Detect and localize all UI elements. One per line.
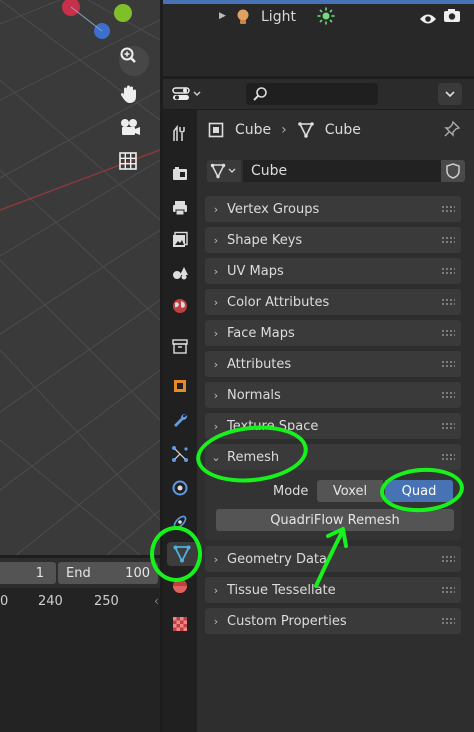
chevron-right-icon: › (213, 552, 219, 566)
drag-grip-icon[interactable] (441, 617, 455, 625)
drag-grip-icon[interactable] (441, 453, 455, 461)
properties-header (163, 79, 474, 109)
drag-grip-icon[interactable] (441, 360, 455, 368)
expand-arrow-icon[interactable]: ▶ (219, 11, 226, 21)
object-icon[interactable] (168, 374, 192, 398)
world-icon[interactable] (168, 294, 192, 318)
drag-grip-icon[interactable] (441, 329, 455, 337)
fake-user-button[interactable] (441, 160, 465, 182)
zoom-icon[interactable] (119, 46, 149, 76)
drag-grip-icon[interactable] (441, 205, 455, 213)
shield-icon (446, 163, 460, 179)
tool-icon[interactable] (168, 122, 192, 146)
timeline[interactable]: 1 End 100 0 240 250 ‹ (0, 558, 160, 732)
ruler-tick: 250 (94, 594, 119, 609)
panel-label: Color Attributes (227, 294, 330, 310)
chevron-right-icon: › (213, 614, 219, 628)
hand-icon[interactable] (119, 84, 149, 114)
properties-panel: Cube › Cube Cube › Vertex Groups › Shape K… (197, 110, 474, 732)
chevron-right-icon: › (213, 388, 219, 402)
render-camera-icon[interactable] (443, 8, 461, 27)
ruler-tick: 0 (0, 594, 9, 609)
panel-color-attributes[interactable]: › Color Attributes (205, 289, 461, 315)
panel-label: Custom Properties (227, 613, 347, 629)
panel-custom-properties[interactable]: › Custom Properties (205, 608, 461, 634)
drag-grip-icon[interactable] (441, 267, 455, 275)
breadcrumb-separator-icon: › (281, 122, 287, 138)
properties-tab-column (163, 110, 197, 732)
chevron-right-icon: › (213, 357, 219, 371)
breadcrumb-object: Cube (235, 122, 272, 138)
light-bulb-icon (235, 8, 251, 30)
start-frame-value: 1 (35, 565, 44, 581)
remesh-voxel-button[interactable]: Voxel (317, 480, 383, 502)
search-input[interactable] (246, 83, 378, 105)
render-icon[interactable] (168, 162, 192, 186)
panel-face-maps[interactable]: › Face Maps (205, 320, 461, 346)
outliner-selection-strip (163, 0, 474, 4)
chevron-right-icon: › (213, 233, 219, 247)
output-icon[interactable] (168, 196, 192, 220)
remesh-mode-label: Mode (273, 484, 309, 499)
editor-type-icon[interactable] (171, 83, 211, 105)
ruler-tick: 240 (38, 594, 63, 609)
sun-icon[interactable] (317, 7, 335, 29)
chevron-right-icon: › (213, 202, 219, 216)
panel-label: UV Maps (227, 263, 284, 279)
timeline-frame-bar: 1 End 100 (0, 558, 160, 588)
texture-icon[interactable] (168, 612, 192, 636)
chevron-right-icon: › (213, 583, 219, 597)
physics-icon[interactable] (168, 476, 192, 500)
view-layer-icon[interactable] (168, 228, 192, 252)
panel-shape-keys[interactable]: › Shape Keys (205, 227, 461, 253)
panel-uv-maps[interactable]: › UV Maps (205, 258, 461, 284)
mesh-browse-button[interactable] (207, 160, 241, 182)
drag-grip-icon[interactable] (441, 586, 455, 594)
annotation-arrow-icon (314, 527, 348, 588)
eye-icon[interactable] (419, 10, 437, 29)
breadcrumb: Cube › Cube (207, 120, 361, 140)
pin-icon[interactable] (443, 120, 461, 142)
chevron-right-icon: › (213, 326, 219, 340)
panel-label: Vertex Groups (227, 201, 320, 217)
end-frame-label: End (66, 565, 91, 581)
start-frame-field[interactable]: 1 (0, 562, 56, 584)
drag-grip-icon[interactable] (441, 555, 455, 563)
panel-label: Shape Keys (227, 232, 303, 248)
particles-icon[interactable] (168, 442, 192, 466)
panel-attributes[interactable]: › Attributes (205, 351, 461, 377)
panel-label: Attributes (227, 356, 292, 372)
object-icon (208, 122, 224, 138)
panel-label: Normals (227, 387, 281, 403)
panel-vertex-groups[interactable]: › Vertex Groups (205, 196, 461, 222)
chevron-down-icon (445, 91, 455, 98)
mesh-datablock-selector[interactable]: Cube (207, 160, 465, 182)
drag-grip-icon[interactable] (441, 236, 455, 244)
mesh-data-icon (297, 122, 314, 138)
panel-normals[interactable]: › Normals (205, 382, 461, 408)
mesh-name-field[interactable]: Cube (243, 160, 441, 182)
timeline-collapse-icon[interactable]: ‹ (154, 594, 160, 634)
collection-icon[interactable] (168, 334, 192, 358)
outliner-light-label[interactable]: Light (261, 9, 296, 25)
annotation-circle-data-tab (150, 526, 202, 582)
drag-grip-icon[interactable] (441, 391, 455, 399)
chevron-right-icon: › (213, 295, 219, 309)
chevron-right-icon: › (213, 419, 219, 433)
search-icon (253, 87, 267, 101)
grid-icon[interactable] (119, 152, 149, 182)
modifier-icon[interactable] (168, 408, 192, 432)
breadcrumb-data: Cube (324, 122, 361, 138)
options-dropdown[interactable] (438, 83, 462, 105)
outliner[interactable]: ▶ Light (163, 0, 474, 76)
end-frame-field[interactable]: End 100 (58, 562, 158, 584)
drag-grip-icon[interactable] (441, 422, 455, 430)
drag-grip-icon[interactable] (441, 298, 455, 306)
panel-label: Face Maps (227, 325, 295, 341)
end-frame-value: 100 (125, 565, 150, 581)
chevron-right-icon: › (213, 264, 219, 278)
camera-icon[interactable] (119, 118, 149, 148)
scene-icon[interactable] (168, 260, 192, 284)
3d-viewport[interactable] (0, 0, 160, 555)
